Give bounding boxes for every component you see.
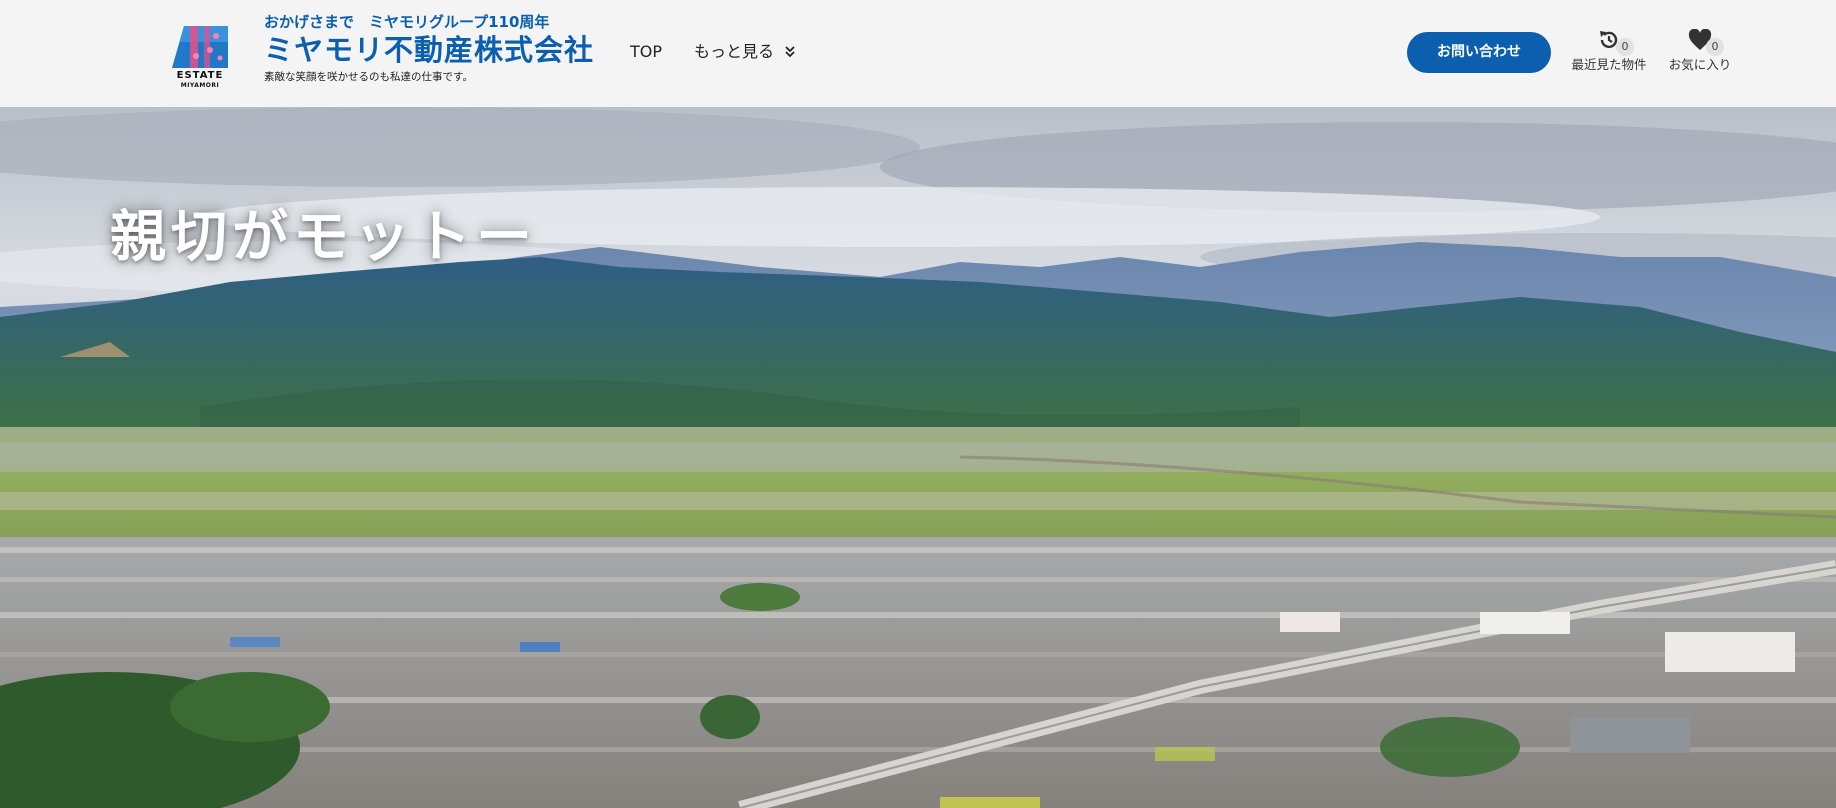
favorites-label: お気に入り: [1668, 57, 1732, 72]
site-header: ESTATE MIYAMORI おかげさまで ミヤモリグループ110周年 ミヤモ…: [0, 0, 1836, 107]
estate-building-icon: [172, 26, 228, 68]
recently-viewed-count-badge: 0: [1616, 38, 1634, 56]
logo-estate-text: ESTATE: [176, 70, 224, 81]
hero-heading: 親切がモットー: [110, 205, 537, 270]
anniversary-text: おかげさまで ミヤモリグループ110周年: [264, 13, 550, 31]
company-tagline: 素敵な笑顔を咲かせるのも私達の仕事です。: [264, 71, 473, 83]
company-name: ミヤモリ不動産株式会社: [264, 33, 595, 67]
hero-banner: 親切がモットー: [0, 107, 1836, 808]
nav-item-top[interactable]: TOP: [630, 40, 662, 64]
estate-logo-mark[interactable]: ESTATE MIYAMORI: [170, 24, 230, 90]
nav-item-label: もっと見る: [694, 42, 775, 61]
double-chevron-down-icon: [785, 46, 795, 58]
favorites-count-badge: 0: [1706, 38, 1724, 56]
main-nav: TOP もっと見る: [630, 40, 796, 64]
logo-miyamori-text: MIYAMORI: [180, 82, 220, 89]
nav-item-label: TOP: [630, 42, 663, 61]
contact-button[interactable]: お問い合わせ: [1407, 32, 1551, 73]
company-logo[interactable]: おかげさまで ミヤモリグループ110周年 ミヤモリ不動産株式会社 素敵な笑顔を咲…: [264, 12, 594, 85]
recently-viewed-button[interactable]: 0 最近見た物件: [1566, 26, 1652, 74]
recently-viewed-label: 最近見た物件: [1571, 57, 1647, 72]
favorites-button[interactable]: 0 お気に入り: [1664, 26, 1736, 74]
nav-item-more[interactable]: もっと見る: [694, 40, 796, 64]
